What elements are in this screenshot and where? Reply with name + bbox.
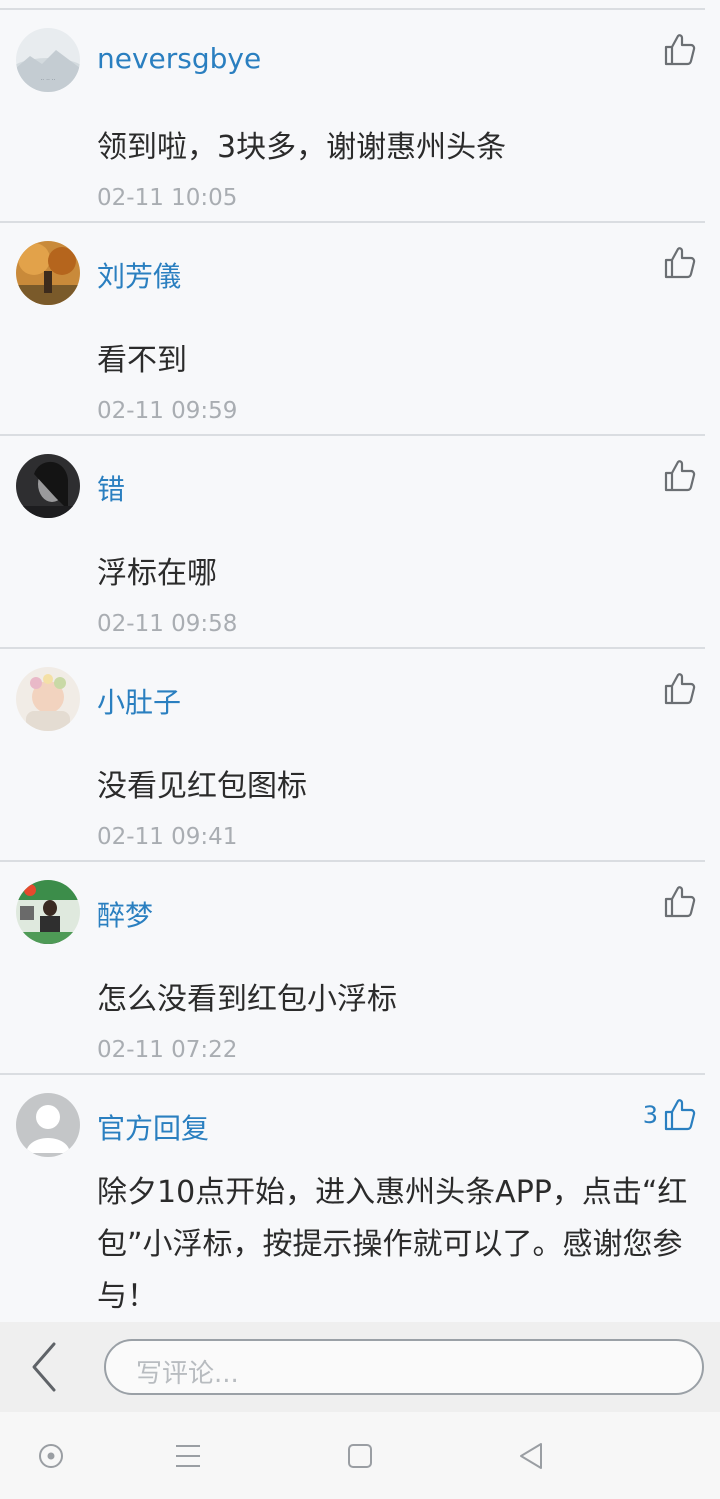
like-count: 3 <box>642 1101 658 1129</box>
avatar[interactable] <box>16 667 80 731</box>
triangle-back-icon <box>520 1443 542 1469</box>
thumbs-up-icon <box>664 673 696 705</box>
comment-text: 浮标在哪 <box>97 556 217 591</box>
thumbs-up-icon <box>664 1099 696 1131</box>
like-button[interactable] <box>658 243 698 283</box>
username[interactable]: 刘芳儀 <box>97 255 181 295</box>
comment-text: 没看见红包图标 <box>97 769 307 804</box>
comment-item: 小肚子 没看见红包图标 02-11 09:41 <box>0 649 720 862</box>
avatar[interactable] <box>16 1093 80 1157</box>
thumbs-up-icon <box>664 247 696 279</box>
comment-timestamp: 02-11 09:59 <box>97 398 238 424</box>
thumbs-up-icon <box>664 34 696 66</box>
like-button[interactable] <box>658 882 698 922</box>
system-navigation-bar <box>0 1412 720 1499</box>
menu-button[interactable] <box>170 1438 206 1474</box>
back-button[interactable] <box>22 1338 66 1396</box>
avatar[interactable]: ·· ·· ·· <box>16 28 80 92</box>
username[interactable]: 官方回复 <box>97 1107 209 1147</box>
system-back-button[interactable] <box>513 1438 549 1474</box>
recents-button[interactable] <box>342 1438 378 1474</box>
avatar[interactable] <box>16 241 80 305</box>
comment-timestamp: 02-11 09:41 <box>97 824 238 850</box>
svg-text:·· ·· ··: ·· ·· ·· <box>40 77 55 84</box>
username[interactable]: 醉梦 <box>97 894 153 934</box>
comment-text: 怎么没看到红包小浮标 <box>97 982 397 1017</box>
like-button[interactable] <box>658 669 698 709</box>
circle-home-icon <box>39 1444 63 1468</box>
thumbs-up-icon <box>664 460 696 492</box>
username[interactable]: neversgbye <box>97 42 261 75</box>
like-button[interactable] <box>658 30 698 70</box>
comment-item: 错 浮标在哪 02-11 09:58 <box>0 436 720 649</box>
comment-item-official-reply: 官方回复 3 除夕10点开始，进入惠州头条APP，点击“红包”小浮标，按提示操作… <box>0 1075 720 1335</box>
comment-text: 看不到 <box>97 343 187 378</box>
comment-composer-bar: 写评论... <box>0 1322 720 1412</box>
comment-input-placeholder: 写评论... <box>136 1359 239 1389</box>
avatar[interactable] <box>16 454 80 518</box>
comment-timestamp: 02-11 07:22 <box>97 1037 238 1063</box>
comment-text: 除夕10点开始，进入惠州头条APP，点击“红包”小浮标，按提示操作就可以了。感谢… <box>97 1175 688 1314</box>
comment-input[interactable]: 写评论... <box>104 1339 704 1395</box>
avatar[interactable] <box>16 880 80 944</box>
chevron-left-icon <box>32 1342 56 1392</box>
comment-text: 领到啦，3块多，谢谢惠州头条 <box>97 130 507 165</box>
square-recents-icon <box>348 1444 372 1468</box>
username[interactable]: 错 <box>97 468 125 508</box>
comment-item: 醉梦 怎么没看到红包小浮标 02-11 07:22 <box>0 862 720 1075</box>
like-button[interactable]: 3 <box>643 1095 698 1135</box>
username[interactable]: 小肚子 <box>97 681 181 721</box>
comment-item: ·· ·· ·· neversgbye 领到啦，3块多，谢谢惠州头条 02-11… <box>0 10 720 223</box>
comment-timestamp: 02-11 09:58 <box>97 611 238 637</box>
comment-item: 刘芳儀 看不到 02-11 09:59 <box>0 223 720 436</box>
assistant-button[interactable] <box>33 1438 69 1474</box>
thumbs-up-icon <box>664 886 696 918</box>
menu-lines-icon <box>176 1445 200 1467</box>
like-button[interactable] <box>658 456 698 496</box>
comment-timestamp: 02-11 10:05 <box>97 185 238 211</box>
